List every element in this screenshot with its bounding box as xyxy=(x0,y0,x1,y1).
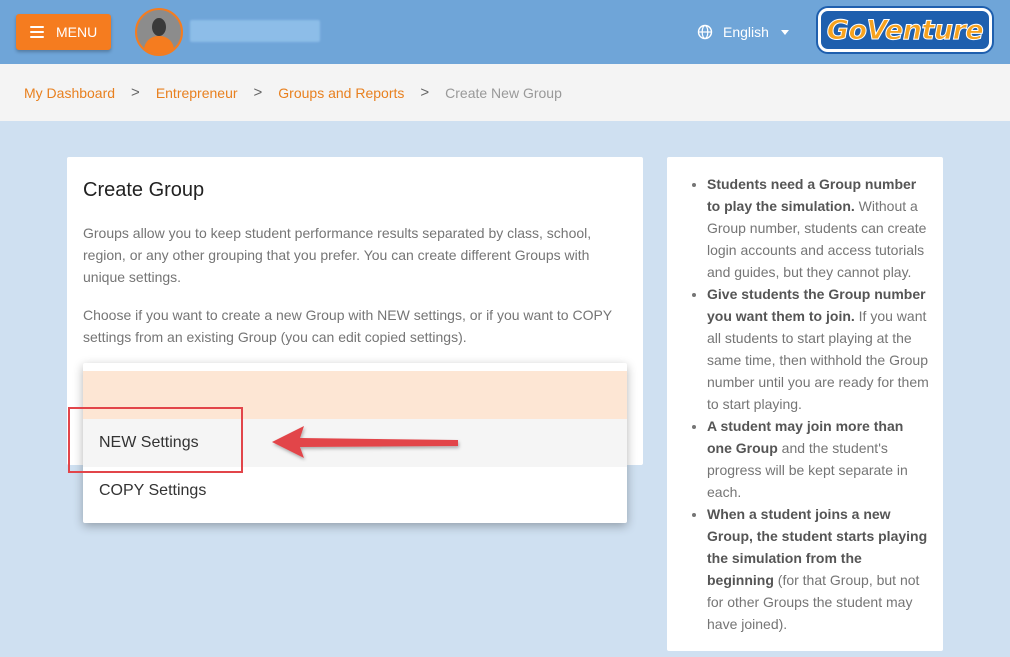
globe-icon xyxy=(697,24,713,40)
breadcrumb-current: Create New Group xyxy=(445,84,562,101)
language-selector[interactable]: English xyxy=(697,22,789,42)
breadcrumb-my-dashboard[interactable]: My Dashboard xyxy=(24,85,115,101)
breadcrumb-groups-and-reports[interactable]: Groups and Reports xyxy=(278,85,404,101)
breadcrumb-separator: > xyxy=(420,84,430,101)
breadcrumb: My Dashboard > Entrepreneur > Groups and… xyxy=(0,64,1010,121)
breadcrumb-separator: > xyxy=(131,84,140,101)
annotation-highlight-box xyxy=(68,407,243,473)
breadcrumb-entrepreneur[interactable]: Entrepreneur xyxy=(156,85,238,101)
logo-text: GoVenture xyxy=(826,14,984,46)
breadcrumb-separator: > xyxy=(253,84,263,101)
settings-instructions: Choose if you want to create a new Group… xyxy=(83,307,612,345)
info-item: A student may join more than one Group a… xyxy=(707,415,929,503)
page-title: Create Group xyxy=(83,179,205,201)
menu-button[interactable]: MENU xyxy=(16,14,111,50)
hamburger-icon xyxy=(30,26,44,38)
language-label: English xyxy=(723,24,769,40)
dropdown-option-copy-settings[interactable]: COPY Settings xyxy=(83,467,627,515)
info-item: Give students the Group number you want … xyxy=(707,283,929,415)
goventure-logo[interactable]: GoVenture xyxy=(818,8,992,52)
chevron-down-icon xyxy=(780,29,789,35)
info-item: When a student joins a new Group, the st… xyxy=(707,503,929,635)
groups-description: Groups allow you to keep student perform… xyxy=(83,225,592,285)
top-bar: MENU English GoVenture xyxy=(0,0,1010,64)
menu-button-label: MENU xyxy=(56,24,98,40)
group-info-card: Students need a Group number to play the… xyxy=(667,157,943,651)
annotation-arrow-icon xyxy=(272,426,458,458)
info-list: Students need a Group number to play the… xyxy=(689,173,929,635)
info-item: Students need a Group number to play the… xyxy=(707,173,929,283)
avatar[interactable] xyxy=(135,8,183,56)
username-redacted xyxy=(190,20,320,42)
